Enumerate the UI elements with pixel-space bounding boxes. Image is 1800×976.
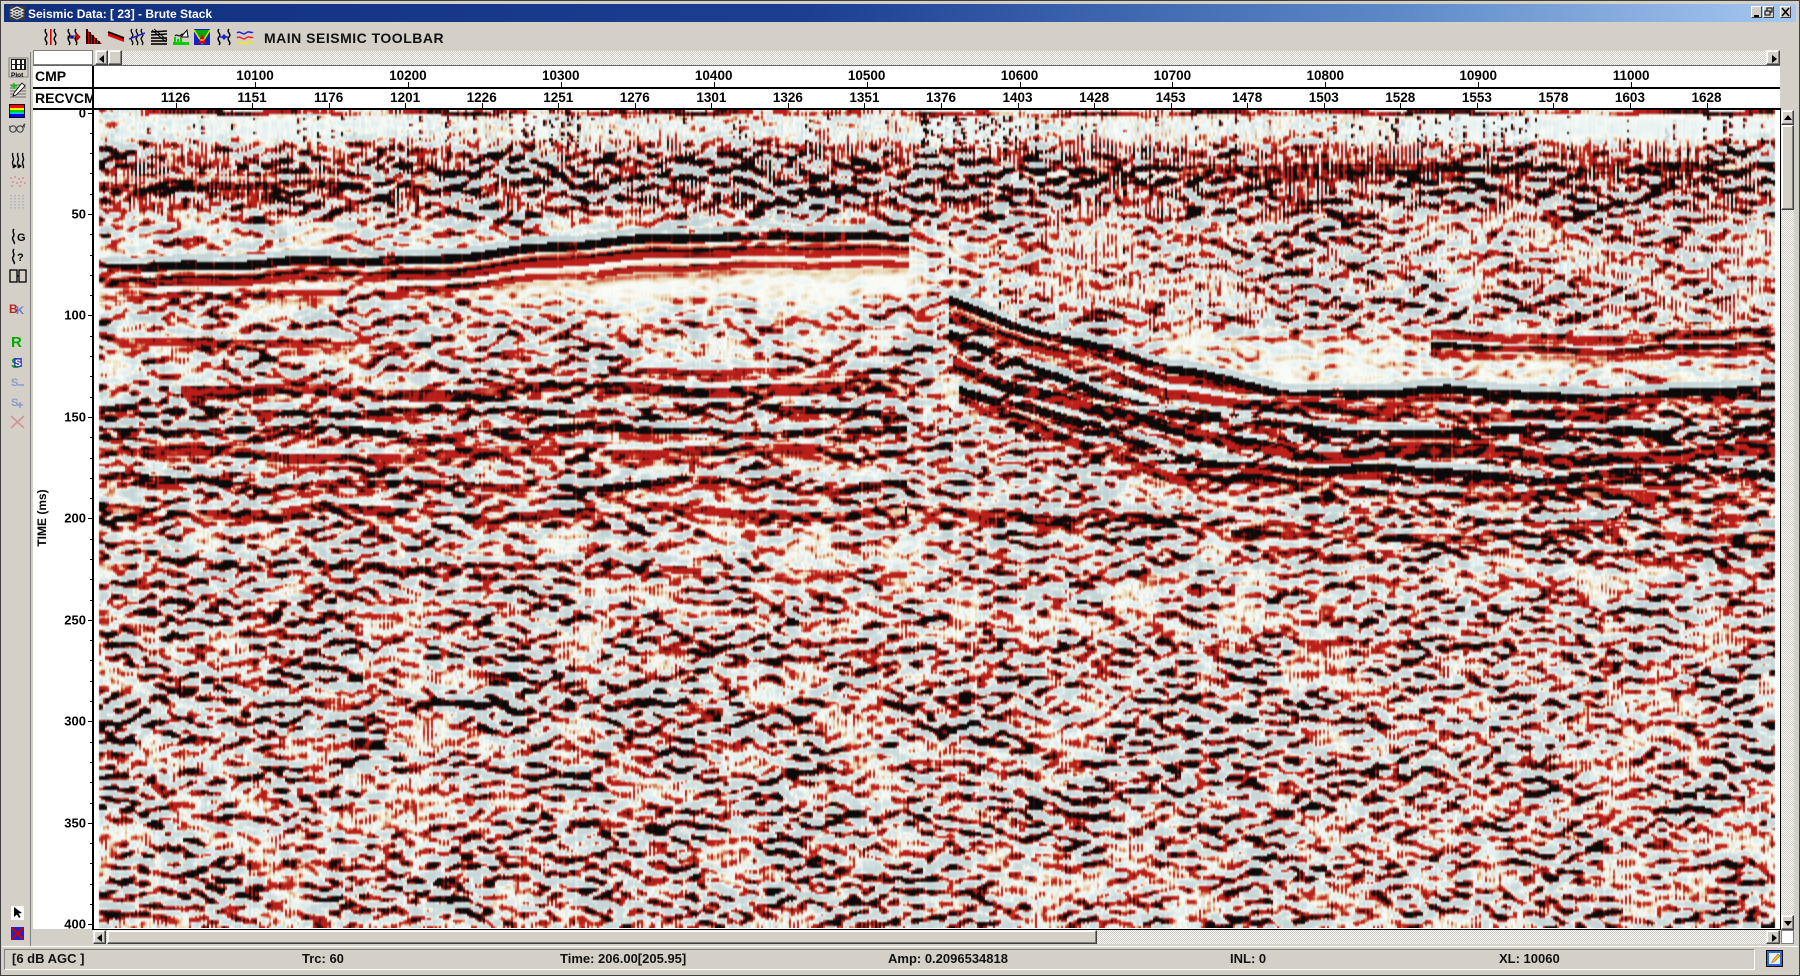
svg-text:S: S — [15, 358, 21, 368]
svg-text:?: ? — [17, 252, 24, 264]
svg-text:S: S — [11, 397, 18, 409]
svg-text:S: S — [11, 377, 18, 389]
svg-text:4: 4 — [22, 124, 26, 130]
svg-text:R: R — [11, 334, 22, 349]
svg-text:Plot: Plot — [11, 72, 24, 79]
svg-text:G: G — [17, 232, 26, 244]
svg-text:K: K — [16, 305, 24, 316]
